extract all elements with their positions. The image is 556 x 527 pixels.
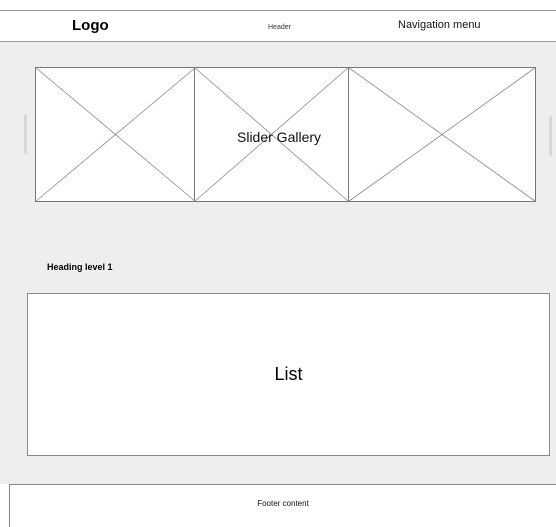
slider-prev-handle[interactable] bbox=[24, 114, 27, 154]
logo[interactable]: Logo bbox=[72, 17, 109, 34]
header: Logo Header Navigation menu bbox=[0, 10, 556, 42]
footer: Footer content bbox=[9, 484, 556, 527]
slider-next-handle[interactable] bbox=[549, 116, 552, 156]
gallery-label: Slider Gallery bbox=[237, 129, 322, 145]
list-label: List bbox=[274, 364, 303, 384]
footer-label: Footer content bbox=[257, 499, 309, 508]
list-box: List bbox=[27, 293, 550, 456]
heading-level-1: Heading level 1 bbox=[47, 262, 113, 272]
navigation-menu[interactable]: Navigation menu bbox=[398, 19, 481, 31]
header-label: Header bbox=[268, 24, 291, 31]
